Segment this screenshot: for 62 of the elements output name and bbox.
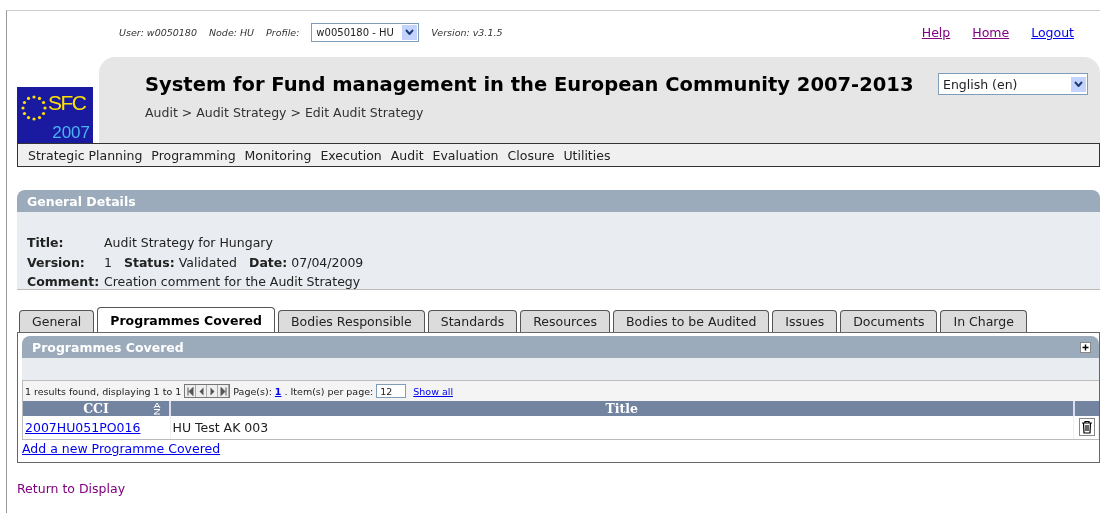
profile-label: Profile: [266, 26, 300, 38]
field-label: Title: [27, 235, 65, 251]
field-label: Date: [249, 254, 288, 270]
sfc-logo: SFC 2007 [17, 87, 93, 143]
session-info: Node: HU [208, 26, 255, 38]
show-all-link[interactable]: Show all [413, 385, 454, 397]
dropdown-icon [402, 24, 418, 40]
field-value: 1 [104, 254, 112, 270]
pager-button[interactable] [196, 385, 208, 397]
pager-button[interactable] [207, 385, 219, 397]
app-title: System for Fund management in the European Community 2007-2013 [145, 73, 914, 96]
add-link[interactable]: Add a new Programme Covered [22, 441, 221, 456]
section-title: Programmes Covered [32, 339, 184, 355]
session-info: User: w0050180 [119, 26, 197, 38]
sort-icon[interactable] [153, 402, 161, 415]
column-header[interactable]: CCI [23, 401, 170, 416]
pager-button[interactable] [185, 385, 197, 397]
breadcrumb: Audit > Audit Strategy > Edit Audit Strategy [145, 105, 424, 120]
version-info: Version: v3.1.5 [431, 26, 503, 38]
section-header: General Details [17, 190, 1100, 212]
dropdown-icon [1071, 76, 1086, 92]
per-page-field[interactable]: 12 [376, 384, 407, 398]
menu-item[interactable]: Closure [507, 147, 555, 163]
cci-link[interactable]: 2007HU051PO016 [25, 420, 141, 435]
menu-item[interactable]: Utilities [563, 147, 611, 163]
menu-item[interactable]: Strategic Planning [28, 147, 143, 163]
field-value: Validated [178, 254, 237, 270]
expand-icon[interactable] [1080, 341, 1091, 353]
field-label: Status: [123, 254, 175, 270]
menu-item[interactable]: Audit [390, 147, 424, 163]
return-link[interactable]: Return to Display [17, 481, 126, 496]
per-page-label: . Item(s) per page: [284, 385, 374, 397]
tab[interactable]: Bodies to be Audited [613, 310, 770, 332]
column-header: Title [170, 401, 1074, 416]
page-link[interactable]: 1 [274, 385, 282, 397]
profile-select[interactable]: w0050180 - HU [311, 22, 420, 42]
tab[interactable]: General [19, 310, 95, 332]
tab[interactable]: Issues [772, 310, 838, 332]
tab[interactable]: Resources [520, 310, 610, 332]
menu-item[interactable]: Monitoring [244, 147, 312, 163]
pager-button[interactable] [218, 385, 230, 397]
pages-label: Page(s): [233, 385, 272, 397]
header-link[interactable]: Home [972, 24, 1010, 40]
tab[interactable]: In Charge [940, 310, 1027, 332]
field-value: Audit Strategy for Hungary [104, 235, 273, 251]
field-label: Version: [27, 254, 86, 270]
tab[interactable]: Documents [840, 310, 938, 332]
header-link[interactable]: Logout [1031, 24, 1074, 40]
tab[interactable]: Bodies Responsible [278, 310, 425, 332]
field-label: Comment: [27, 274, 101, 290]
language-select[interactable]: English (en) [938, 73, 1088, 95]
results-summary: 1 results found, displaying 1 to 1 [25, 385, 182, 397]
field-value: Creation comment for the Audit Strategy [104, 274, 361, 290]
menu-item[interactable]: Programming [151, 147, 236, 163]
tab[interactable]: Programmes Covered [97, 307, 276, 332]
menu-item[interactable]: Evaluation [432, 147, 499, 163]
header-link[interactable]: Help [921, 24, 951, 40]
delete-icon[interactable] [1079, 418, 1095, 436]
table-cell: HU Test AK 003 [170, 416, 1074, 439]
menu-item[interactable]: Execution [320, 147, 382, 163]
tab[interactable]: Standards [427, 310, 518, 332]
field-value: 07/04/2009 [291, 254, 364, 270]
